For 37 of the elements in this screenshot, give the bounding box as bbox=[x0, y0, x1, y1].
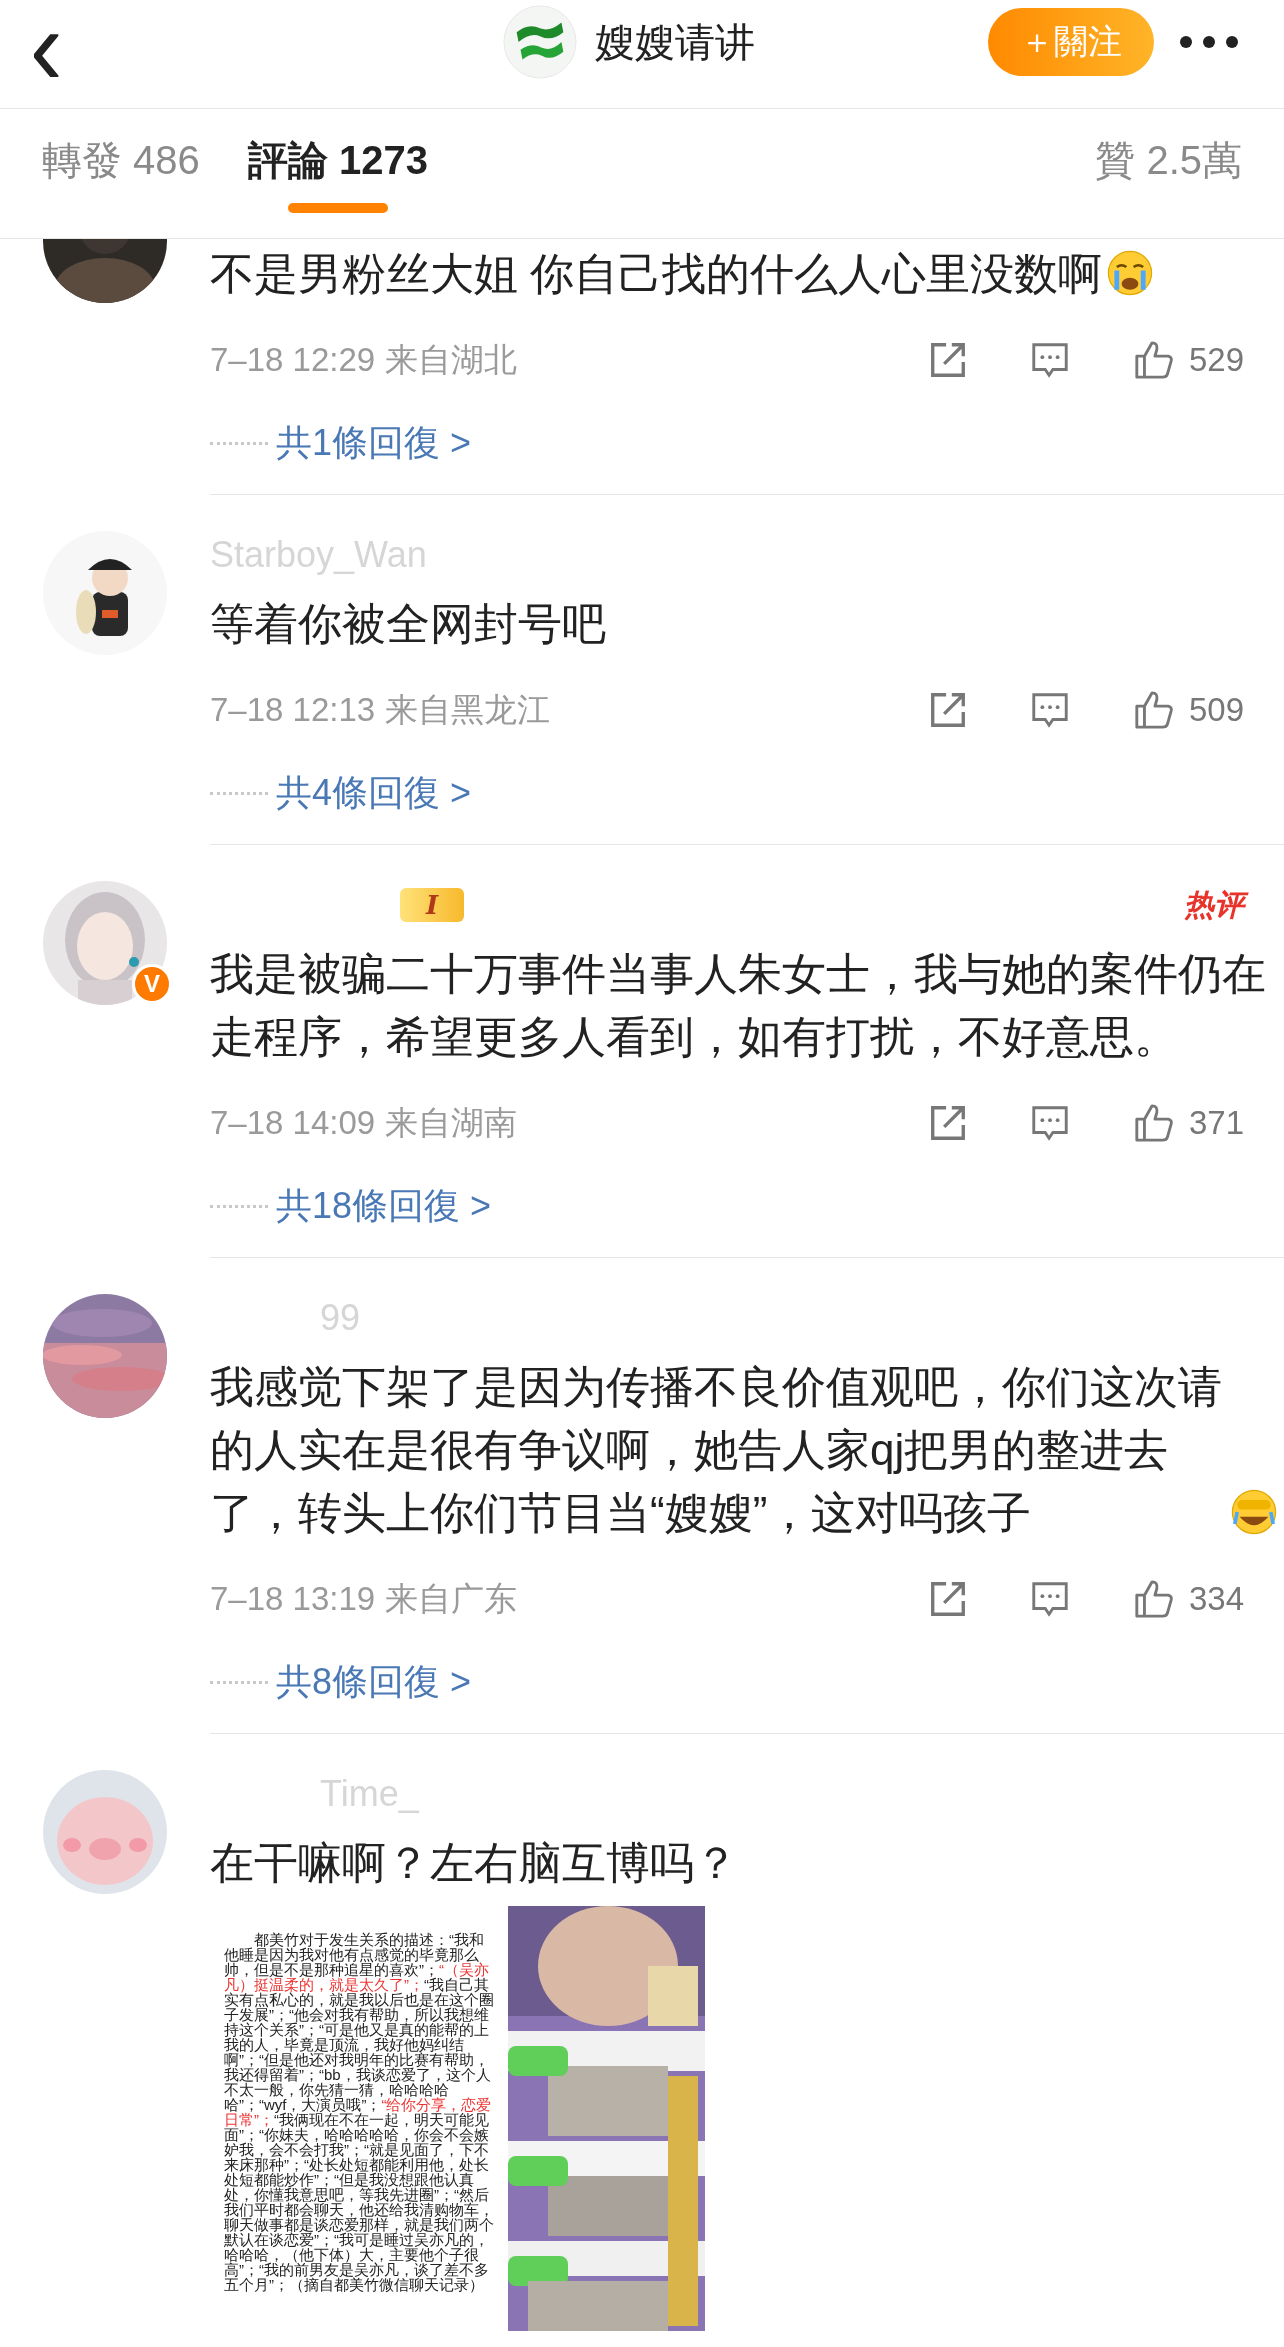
comment-text: 不是男粉丝大姐 你自己找的什么人心里没数啊 bbox=[210, 248, 1103, 300]
comment-time: 7–18 14:09 bbox=[210, 1104, 376, 1142]
comment-location: 来自湖南 bbox=[385, 1102, 518, 1143]
like-count: 334 bbox=[1188, 1580, 1244, 1618]
laughing-emoji-icon bbox=[1230, 1488, 1278, 1536]
comment-time: 7–18 13:19 bbox=[210, 1580, 376, 1618]
view-replies-link[interactable]: 共18條回復 > bbox=[276, 1181, 492, 1231]
comment-text: 我感觉下架了是因为传播不良价值观吧，你们这次请的人实在是很有争议啊，她告人家qj把男的整进去了，转头上你们节目当“嫂嫂”，这对吗孩子 bbox=[210, 1361, 1223, 1539]
like-count: 509 bbox=[1188, 691, 1244, 729]
more-icon[interactable] bbox=[1178, 35, 1240, 49]
like-icon[interactable] bbox=[1132, 339, 1175, 381]
tab[interactable]: 贊 2.5萬 bbox=[1095, 135, 1242, 213]
comment-location: 来自湖北 bbox=[385, 339, 518, 380]
crying-emoji-icon bbox=[1106, 249, 1155, 297]
comment-text: 在干嘛啊？左右脑互博吗？ bbox=[210, 1837, 738, 1889]
verified-badge: V bbox=[132, 964, 172, 1004]
tab[interactable]: 轉發 486 bbox=[42, 135, 200, 213]
tab[interactable]: 評論 1273 bbox=[247, 135, 428, 213]
comment-time: 7–18 12:29 bbox=[210, 341, 376, 379]
level-badge: I bbox=[400, 888, 465, 922]
back-button[interactable]: ‹ bbox=[29, 2, 63, 92]
like-count: 529 bbox=[1188, 341, 1244, 379]
like-icon[interactable] bbox=[1132, 1578, 1175, 1620]
account-name: 嫂嫂请讲 bbox=[595, 18, 755, 66]
comment-location: 来自黑龙江 bbox=[385, 689, 551, 730]
like-icon[interactable] bbox=[1132, 689, 1175, 731]
comment-time: 7–18 12:13 bbox=[210, 691, 376, 729]
view-replies-link[interactable]: 共1條回復 > bbox=[276, 418, 472, 468]
view-replies-link[interactable]: 共8條回復 > bbox=[276, 1657, 472, 1707]
comment-location: 来自广东 bbox=[385, 1578, 518, 1619]
document-text: 都美竹对于发生关系的描述：“我和他睡是因为我对他有点感觉的毕竟那么帅，但是不是那种追星的喜欢”；“（吴亦凡）挺温柔的，就是太久了”；“我自己其实有点私心的，就是我以后也是在这个圈子发展”；“他会对我有帮助，所以我想维持这个关系”；“可是他又是真的能帮的上我的人，毕竟是顶流，我好他妈纠结啊”；“但是他还对我明年的比赛有帮助，我还得留着”；“bb，我谈恋爱了，这个人不太一般，你先猜一猜，哈哈哈哈哈”；“wyf，大演员哦”；“给你分享，恋爱日常”；“我俩现在不在一起，明天可能见面”；“你妹夫，哈哈哈哈哈，你会不会嫉妒我，会不会打我”；“就是见面了，下不来床那种”；“处长处短都能利用他，处长处短都能炒作”；“但是我没想跟他认真处，你懂我意思吧，等我先进圈”；“然后我们平时都会聊天，他还给我清购物车，聊天做事都是谈恋爱那样，就是我们两个默认在谈恋爱”；“我可是睡过吴亦凡的，哈哈哈，（他下体）大，主要他个子很高”；“我的前男友是吴亦凡，谈了差不多五个月”；（摘自都美竹微信聊天记录） bbox=[224, 1932, 495, 2292]
view-replies-link[interactable]: 共4條回復 > bbox=[276, 768, 472, 818]
hot-comment-tag: 热评 bbox=[1180, 885, 1250, 925]
comment-text: 我是被骗二十万事件当事人朱女士，我与她的案件仍在走程序，希望更多人看到，如有打扰，不好意思。 bbox=[210, 948, 1267, 1063]
comment-text: 等着你被全网封号吧 bbox=[210, 598, 606, 650]
like-icon[interactable] bbox=[1132, 1102, 1175, 1144]
like-count: 371 bbox=[1188, 1104, 1244, 1142]
